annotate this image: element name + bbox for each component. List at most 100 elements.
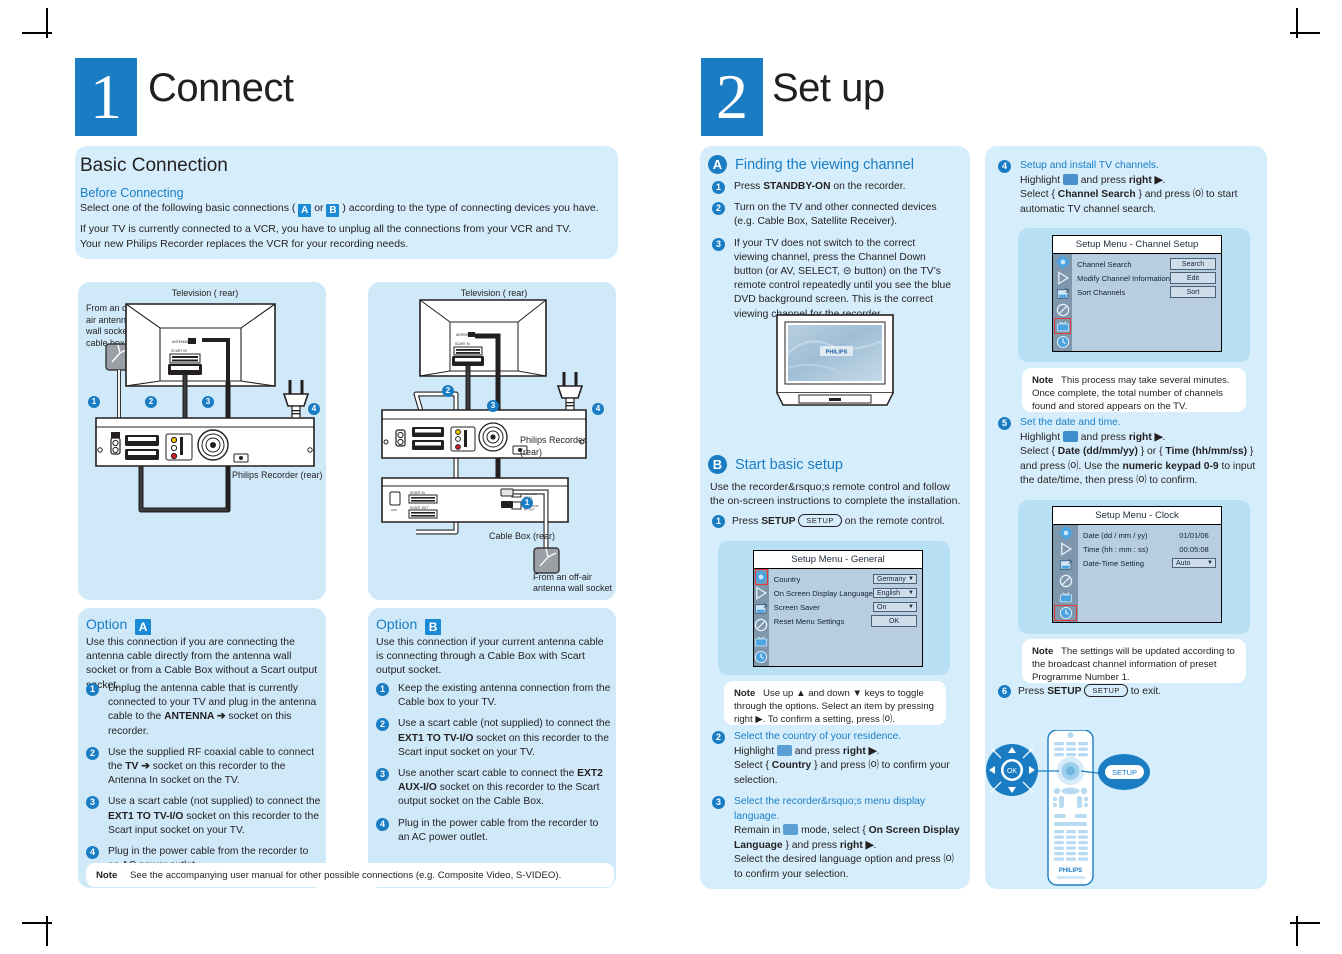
tv-icon[interactable] <box>1053 318 1072 334</box>
play-icon[interactable] <box>1053 270 1072 286</box>
disc-icon[interactable] <box>1053 573 1078 589</box>
dropdown[interactable]: Germany ▼ <box>873 574 917 584</box>
step-bullet: 2 <box>376 718 389 732</box>
menu-channel-screenshot: Setup Menu - Channel Setup Channel Searc… <box>1052 235 1222 352</box>
crop-mark <box>1290 922 1320 924</box>
record-icon[interactable] <box>754 601 769 617</box>
step5-heading: Set the date and time. <box>1020 417 1121 428</box>
diagram-a-recorder-label: Philips Recorder (rear) <box>232 470 323 480</box>
step3-heading: Select the recorder&rsquo;s menu display… <box>734 796 926 822</box>
disc-icon[interactable] <box>754 617 769 633</box>
tv-icon[interactable] <box>1053 589 1078 605</box>
diagram-a-callout-3: 3 <box>202 396 214 408</box>
option-a-title-row: Option A <box>86 616 152 635</box>
menu-general-rail <box>754 569 769 666</box>
diagram-b-callout-2: 2 <box>442 385 454 397</box>
step6-bold: SETUP <box>1047 686 1082 697</box>
step-bullet: 3 <box>376 768 389 782</box>
badge-b-inline: B <box>326 204 340 217</box>
menu-clock-rows: Date (dd / mm / yy) 01/01/06 Time (hh : mm… <box>1078 525 1221 622</box>
menu-row[interactable]: Screen Saver On ▼ <box>774 600 917 614</box>
step2-l1-end: . <box>876 745 880 757</box>
gear-icon[interactable] <box>1053 525 1078 541</box>
before-connecting-para2-l2: Your new Philips Recorder replaces the V… <box>80 238 409 250</box>
tv-icon[interactable] <box>754 633 769 649</box>
step4-l1-end: . <box>1162 174 1166 186</box>
section-right-step-6: 6 Press SETUP SETUP to exit. <box>998 684 1263 698</box>
menu-general-rows: Country Germany ▼ On Screen Display Languag… <box>769 569 922 666</box>
list-item: 3 Use another scart cable to connect the … <box>376 767 611 810</box>
crop-mark <box>46 916 48 946</box>
menu-row[interactable]: Channel Search Search <box>1077 257 1216 271</box>
gear-icon[interactable] <box>1053 254 1072 270</box>
list-item: 3 If your TV does not switch to the corre… <box>712 237 952 322</box>
step4-line1: Highlight and press right ▶. <box>1020 173 1263 189</box>
menu-channel-rail <box>1053 254 1073 351</box>
dropdown[interactable]: English ▼ <box>873 588 917 598</box>
disc-icon[interactable] <box>1053 302 1072 318</box>
setup-button-pill-2[interactable]: SETUP <box>1084 684 1128 697</box>
step5-l1-end: . <box>1162 431 1166 443</box>
clock-icon[interactable] <box>1053 334 1072 350</box>
section-right-step-5: 5 Set the date and time. Highlight and p… <box>998 416 1266 489</box>
menu-row-label: Modify Channel Information <box>1077 273 1170 283</box>
step1-pre: Press <box>732 516 762 527</box>
record-icon[interactable] <box>1053 557 1078 573</box>
step2-l1-pre: Highlight <box>734 745 777 757</box>
action-button[interactable]: Sort <box>1170 286 1216 298</box>
menu-row[interactable]: Date-Time Setting Auto ▼ <box>1083 556 1216 570</box>
dropdown[interactable]: On ▼ <box>873 602 917 612</box>
clock-icon[interactable] <box>1053 605 1078 621</box>
action-button[interactable]: Edit <box>1170 272 1216 284</box>
menu-row[interactable]: Country Germany ▼ <box>774 572 917 586</box>
menu-row[interactable]: Reset Menu Settings OK <box>774 614 917 628</box>
menu-row[interactable]: On Screen Display Language English ▼ <box>774 586 917 600</box>
diagram-b-callout-3: 3 <box>487 400 499 412</box>
menu-row[interactable]: Modify Channel Information Edit <box>1077 271 1216 285</box>
menu-clock-rail <box>1053 525 1078 622</box>
option-b-title-row: Option B <box>376 616 442 635</box>
bc-line1-b: or <box>311 202 327 214</box>
section-a-header: A Finding the viewing channel <box>708 155 914 174</box>
menu-row[interactable]: Date (dd / mm / yy) 01/01/06 <box>1083 528 1216 542</box>
svg-text:PHILIPS: PHILIPS <box>826 350 848 356</box>
option-a-badge: A <box>135 619 152 635</box>
clock-icon[interactable] <box>754 649 769 665</box>
dropdown[interactable]: Auto ▼ <box>1172 558 1216 568</box>
step-1-badge: 1 <box>75 58 137 136</box>
record-icon[interactable] <box>1053 286 1072 302</box>
action-button[interactable]: Search <box>1170 258 1216 270</box>
step4-l1-pre: Highlight <box>1020 174 1063 186</box>
menu-row[interactable]: Time (hh : mm : ss) 00:05:08 <box>1083 542 1216 556</box>
play-icon[interactable] <box>754 585 769 601</box>
step4-line2: Select { Channel Search } and press ⒪ to… <box>1020 189 1238 215</box>
gear-icon[interactable] <box>754 569 769 585</box>
step-bullet: 2 <box>86 746 99 760</box>
step5-l1-bold: right ▶ <box>1128 431 1163 443</box>
setup-button-pill[interactable]: SETUP <box>798 514 842 527</box>
crop-mark <box>46 8 48 38</box>
before-connecting-subheading: Before Connecting <box>80 186 184 200</box>
step2-line2: Select { Country } and press ⒪ to confir… <box>734 760 950 786</box>
option-b-badge: B <box>425 619 442 635</box>
step6-post: to exit. <box>1127 686 1162 697</box>
play-icon[interactable] <box>1053 541 1078 557</box>
diagram-b-callout-4: 4 <box>592 403 604 415</box>
page-root: 1 Connect Basic Connection Before Connec… <box>0 0 1342 954</box>
diagram-a-callout-4: 4 <box>308 403 320 415</box>
note-step4: Note This process may take several minut… <box>1022 368 1246 412</box>
crop-mark <box>1296 916 1298 946</box>
diagram-a-callout-1: 1 <box>88 396 100 408</box>
menu-channel-rows: Channel Search Search Modify Channel Infor… <box>1072 254 1221 351</box>
menu-clock-screenshot: Setup Menu - Clock Date (dd / mm / yy) 01… <box>1052 506 1222 623</box>
section-b-badge: B <box>708 455 727 474</box>
action-button[interactable]: OK <box>871 615 917 627</box>
step-bullet-5: 5 <box>998 417 1011 430</box>
menu-general-title: Setup Menu - General <box>754 551 922 569</box>
step-bullet-3: 3 <box>712 796 725 809</box>
diagram-b-callout-1: 1 <box>521 497 533 509</box>
menu-row[interactable]: Sort Channels Sort <box>1077 285 1216 299</box>
option-a-title: Option <box>86 616 128 632</box>
svg-text:SCART IN: SCART IN <box>171 349 187 353</box>
step3-line2: Select the desired language option and p… <box>734 854 954 881</box>
